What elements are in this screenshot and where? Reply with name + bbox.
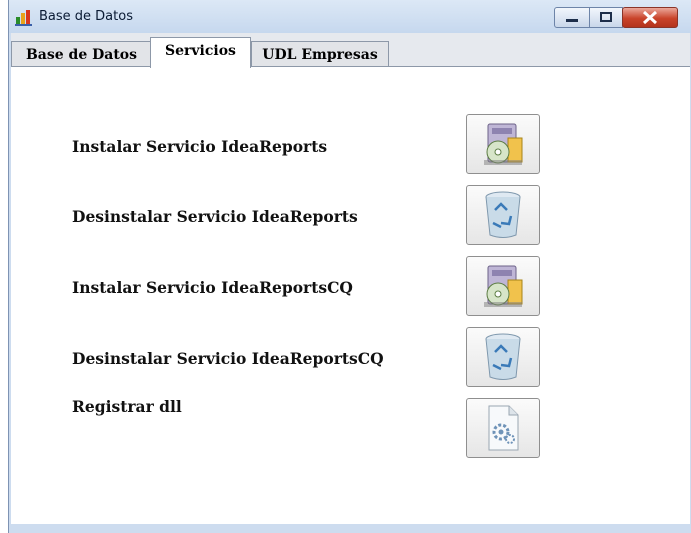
uninstall-ideareportscq-label: Desinstalar Servicio IdeaReportsCQ: [72, 349, 384, 368]
register-dll-label: Registrar dll: [72, 397, 182, 416]
recycle-bin-icon: [485, 333, 521, 380]
window-title: Base de Datos: [39, 9, 133, 24]
register-dll-button[interactable]: [466, 398, 540, 458]
maximize-button[interactable]: [589, 7, 623, 28]
tab-udl-empresas[interactable]: UDL Empresas: [251, 41, 389, 67]
tab-strip: Base de Datos Servicios UDL Empresas: [11, 33, 690, 68]
uninstall-ideareports-label: Desinstalar Servicio IdeaReports: [72, 207, 358, 226]
application-window: Base de Datos Base de Datos Servicios UD…: [8, 0, 691, 533]
install-icon: [484, 123, 523, 165]
install-ideareports-button[interactable]: [466, 114, 540, 174]
recycle-bin-icon: [485, 191, 521, 238]
chart-app-icon: [15, 10, 32, 26]
close-icon: [642, 10, 658, 25]
minimize-icon: [566, 19, 578, 22]
title-bar[interactable]: Base de Datos: [9, 0, 691, 33]
dll-gear-icon: [488, 405, 519, 451]
uninstall-ideareports-button[interactable]: [466, 185, 540, 245]
uninstall-ideareportscq-button[interactable]: [466, 327, 540, 387]
maximize-icon: [600, 12, 612, 22]
tab-base-de-datos[interactable]: Base de Datos: [11, 41, 152, 67]
servicios-panel: Instalar Servicio IdeaReports Desinstala…: [11, 66, 690, 524]
install-icon: [484, 265, 523, 307]
close-button[interactable]: [622, 7, 678, 28]
minimize-button[interactable]: [554, 7, 590, 28]
install-ideareports-label: Instalar Servicio IdeaReports: [72, 137, 328, 156]
install-ideareportscq-button[interactable]: [466, 256, 540, 316]
install-ideareportscq-label: Instalar Servicio IdeaReportsCQ: [72, 278, 353, 297]
tab-servicios[interactable]: Servicios: [150, 37, 251, 68]
